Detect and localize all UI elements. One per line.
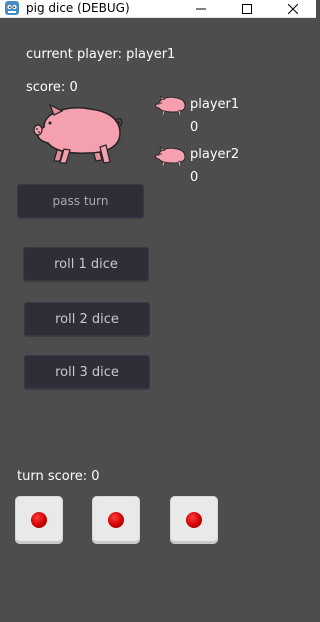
player2-score: 0 bbox=[190, 170, 199, 185]
die-2[interactable] bbox=[92, 496, 140, 544]
roll-2-dice-button[interactable]: roll 2 dice bbox=[24, 302, 150, 336]
close-button[interactable] bbox=[270, 0, 316, 17]
player1-pig-icon bbox=[155, 95, 186, 115]
pass-turn-button[interactable]: pass turn bbox=[17, 184, 144, 218]
player2-name: player2 bbox=[190, 147, 240, 162]
maximize-button[interactable] bbox=[224, 0, 270, 17]
player1-name: player1 bbox=[190, 97, 240, 112]
player2-pig-icon bbox=[155, 146, 186, 166]
die-pip bbox=[31, 512, 47, 528]
godot-app-icon bbox=[5, 1, 19, 15]
current-player-label: current player: player1 bbox=[26, 47, 176, 62]
game-window: pig dice (DEBUG) current player: player1… bbox=[0, 0, 316, 622]
die-pip bbox=[186, 512, 202, 528]
turn-score-label: turn score: 0 bbox=[17, 469, 100, 484]
roll-3-dice-button[interactable]: roll 3 dice bbox=[24, 355, 150, 389]
die-1[interactable] bbox=[15, 496, 63, 544]
title-bar: pig dice (DEBUG) bbox=[0, 0, 316, 18]
die-pip bbox=[108, 512, 124, 528]
minimize-icon bbox=[196, 8, 206, 9]
window-title: pig dice (DEBUG) bbox=[26, 1, 130, 15]
score-label: score: 0 bbox=[26, 80, 78, 95]
player1-score: 0 bbox=[190, 120, 199, 135]
maximize-icon bbox=[242, 3, 252, 14]
die-3[interactable] bbox=[170, 496, 218, 544]
pig-icon bbox=[33, 103, 123, 164]
roll-1-dice-button[interactable]: roll 1 dice bbox=[23, 247, 149, 281]
minimize-button[interactable] bbox=[178, 0, 224, 17]
close-icon bbox=[288, 3, 298, 14]
